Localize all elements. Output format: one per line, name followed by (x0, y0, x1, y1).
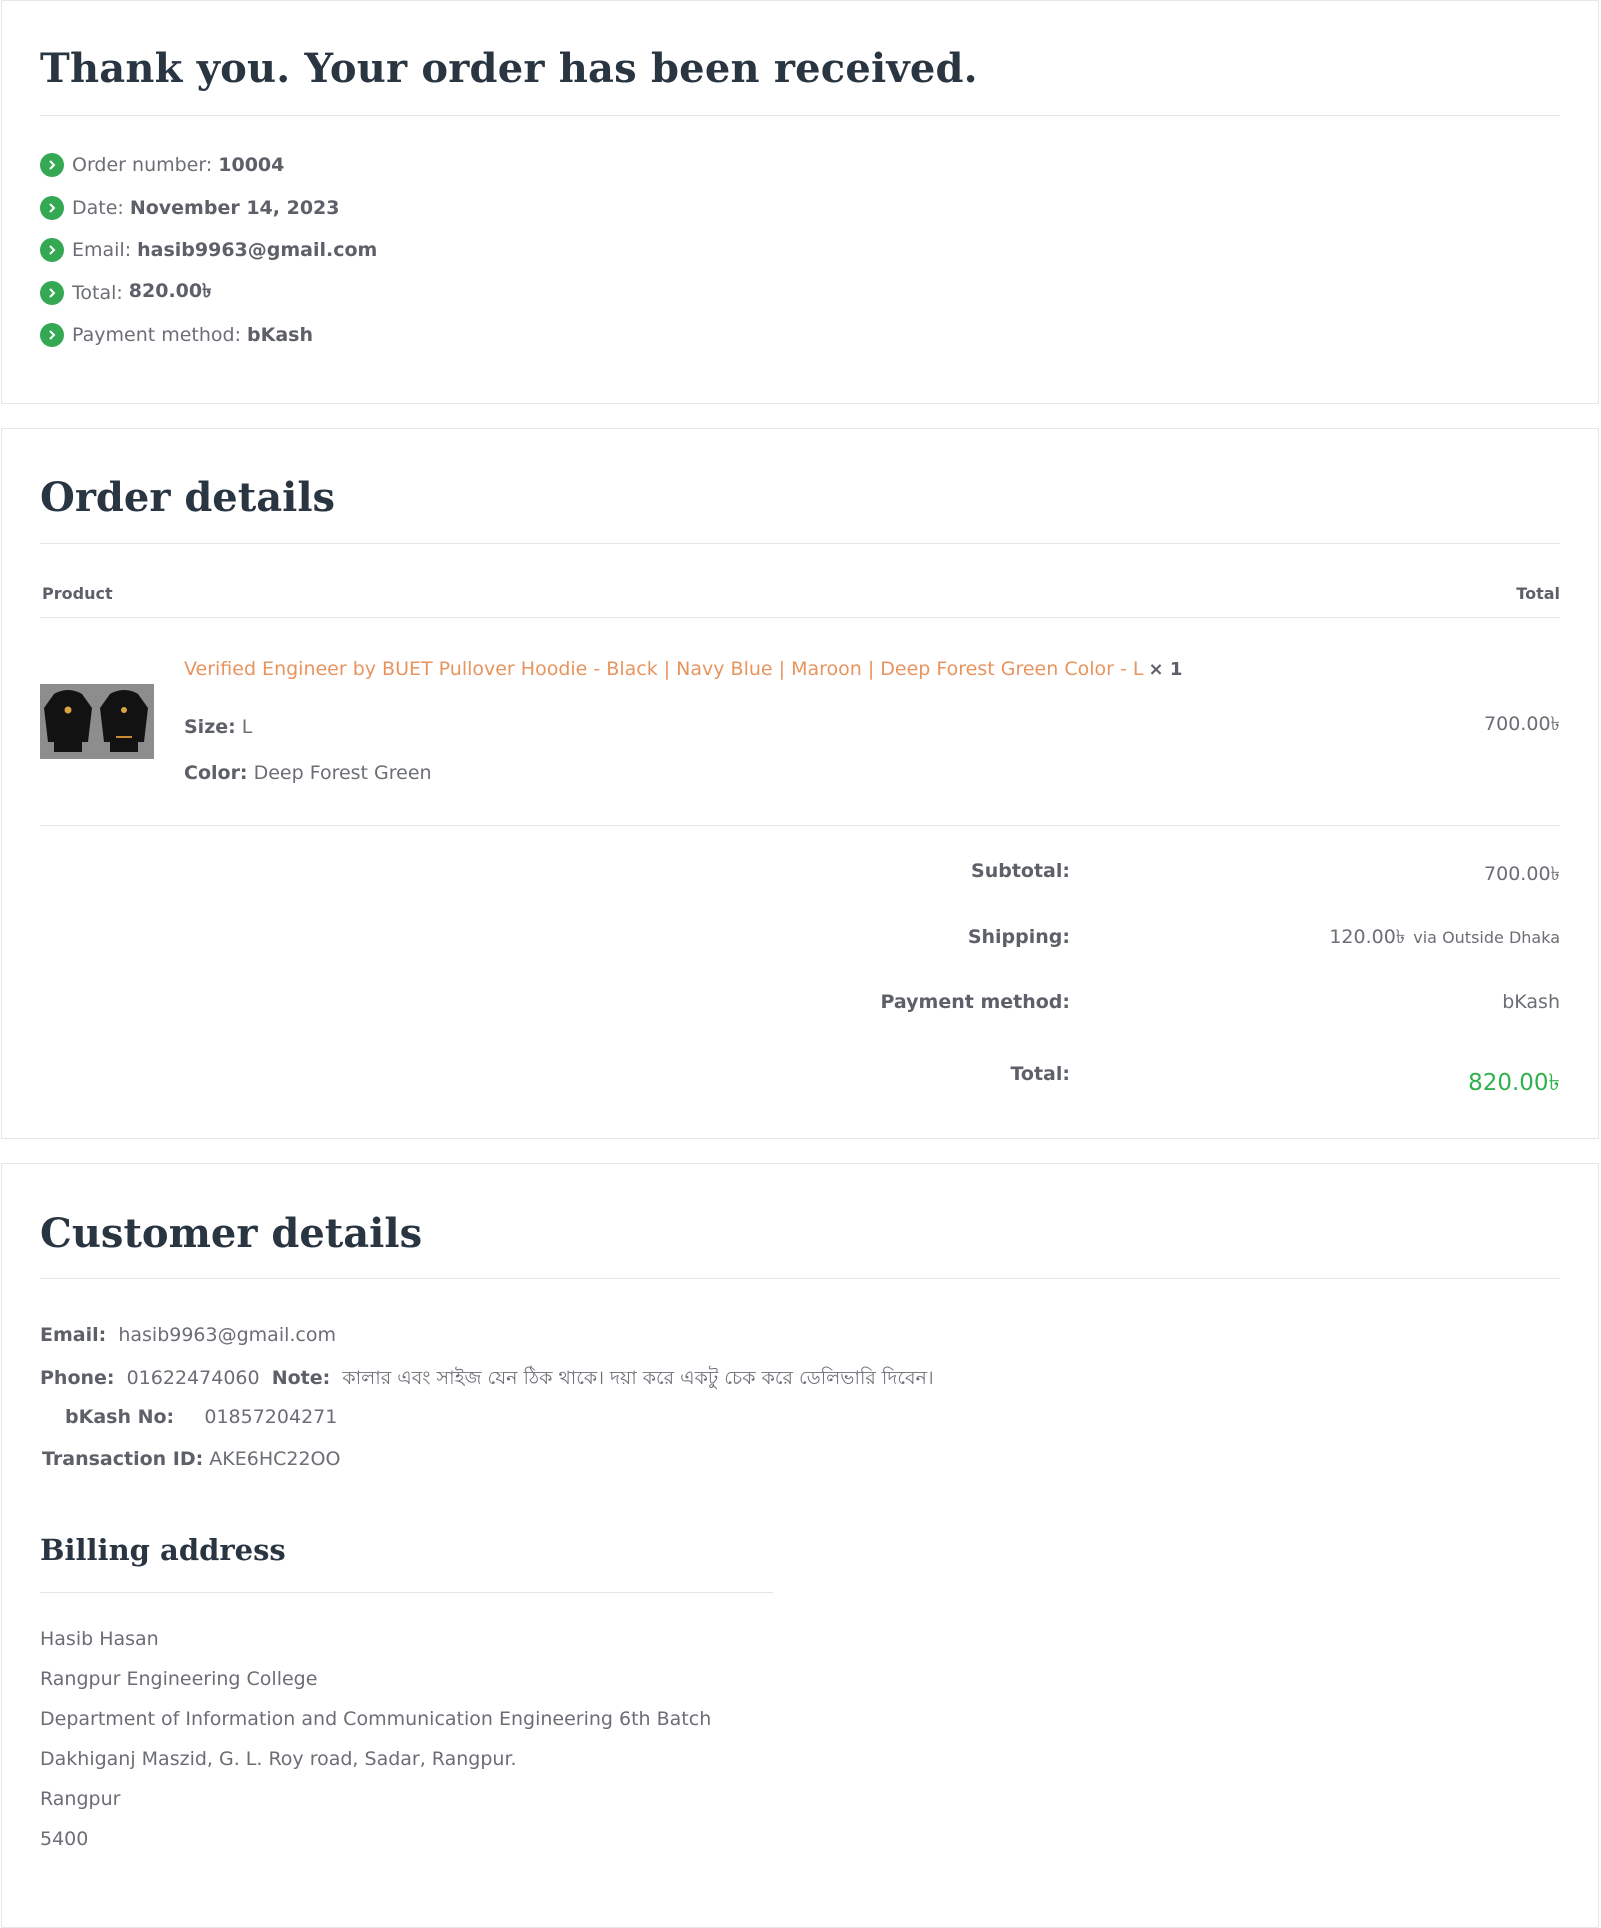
billing-postcode: 5400 (40, 1828, 89, 1850)
subtotal-value: 700.00৳ (1484, 863, 1560, 885)
chevron-right-icon (40, 153, 64, 177)
shipping-value: 120.00৳ via Outside Dhaka (1329, 926, 1560, 948)
order-received-panel: Thank you. Your order has been received.… (1, 0, 1599, 404)
product-size: Size: L (184, 716, 253, 738)
chevron-right-icon (40, 196, 64, 220)
column-header-total: Total (1516, 584, 1560, 603)
customer-details-panel: Customer details Email: hasib9963@gmail.… (1, 1163, 1599, 1928)
total-label: Total: (1010, 1063, 1070, 1085)
column-header-product: Product (42, 584, 113, 603)
billing-address-1: Department of Information and Communicat… (40, 1708, 712, 1730)
chevron-right-icon (40, 281, 64, 305)
order-details-panel: Order details Product Total Verified Eng… (1, 428, 1599, 1139)
chevron-right-icon (40, 323, 64, 347)
overview-email: Email: hasib9963@gmail.com (40, 235, 377, 265)
order-details-title: Order details (40, 474, 336, 521)
divider (40, 617, 1560, 618)
customer-email: Email: hasib9963@gmail.com (40, 1324, 336, 1346)
divider (40, 825, 1560, 826)
product-thumbnail[interactable] (40, 684, 154, 759)
shipping-label: Shipping: (967, 926, 1070, 948)
customer-note: কালার এবং সাইজ যেন ঠিক থাকে। দয়া করে এক… (342, 1367, 934, 1389)
customer-phone: 01622474060 (126, 1367, 260, 1389)
product-name-link[interactable]: Verified Engineer by BUET Pullover Hoodi… (184, 658, 1143, 680)
divider (40, 1592, 773, 1593)
divider (40, 543, 1560, 544)
product-quantity: × 1 (1148, 659, 1183, 680)
divider (40, 115, 1560, 116)
customer-bkash-no: bKash No: 01857204271 (65, 1406, 338, 1428)
payment-method-label: Payment method: (880, 991, 1071, 1013)
customer-details-title: Customer details (40, 1210, 423, 1257)
billing-company: Rangpur Engineering College (40, 1668, 318, 1690)
overview-order-number: Order number: 10004 (40, 150, 284, 180)
customer-phone-note: Phone: 01622474060 Note: কালার এবং সাইজ … (40, 1367, 934, 1389)
overview-payment-method: Payment method: bKash (40, 320, 313, 350)
overview-total: Total: 820.00৳ (40, 278, 212, 308)
product-color: Color: Deep Forest Green (184, 762, 432, 784)
product-line-total: 700.00৳ (1484, 713, 1560, 735)
page-title: Thank you. Your order has been received. (40, 45, 978, 92)
payment-method-value: bKash (1502, 991, 1560, 1013)
divider (40, 1278, 1560, 1279)
billing-address-2: Dakhiganj Maszid, G. L. Roy road, Sadar,… (40, 1748, 517, 1770)
billing-name: Hasib Hasan (40, 1628, 159, 1650)
overview-date: Date: November 14, 2023 (40, 193, 339, 223)
chevron-right-icon (40, 238, 64, 262)
billing-address-title: Billing address (40, 1533, 286, 1567)
shipping-method: via Outside Dhaka (1413, 928, 1560, 947)
customer-transaction-id: Transaction ID: AKE6HC22OO (42, 1448, 341, 1470)
total-value: 820.00৳ (1468, 1070, 1560, 1096)
billing-city: Rangpur (40, 1788, 121, 1810)
subtotal-label: Subtotal: (971, 860, 1070, 882)
product-line: Verified Engineer by BUET Pullover Hoodi… (184, 658, 1182, 680)
